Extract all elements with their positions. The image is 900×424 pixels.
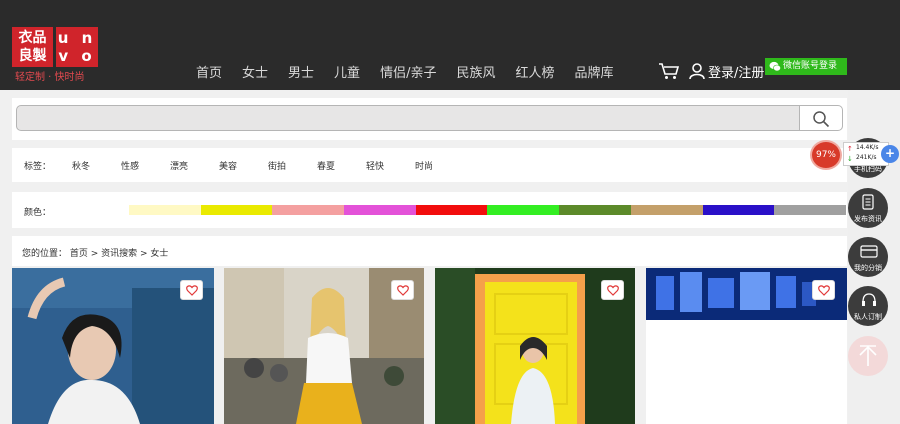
boost-plus-icon[interactable]: +	[881, 145, 899, 163]
heart-icon	[186, 285, 198, 296]
nav-item-kids[interactable]: 儿童	[334, 62, 360, 81]
nav-item-men[interactable]: 男士	[288, 62, 314, 81]
memory-usage-badge[interactable]: 97%	[810, 140, 842, 170]
site-header: 衣品 良製 u n v o 轻定制 · 快时尚 首页 女士 男士 儿童 情侣/亲…	[0, 0, 900, 90]
tag-beauty[interactable]: 美容	[219, 159, 268, 172]
article-card[interactable]	[12, 268, 214, 424]
tag-light[interactable]: 轻快	[366, 159, 415, 172]
color-swatch[interactable]	[200, 205, 273, 215]
brand-logo[interactable]: 衣品 良製 u n v o 轻定制 · 快时尚	[12, 27, 98, 83]
search-icon	[813, 111, 830, 128]
sidebar-item-label: 发布资讯	[854, 215, 882, 223]
tag-fashion[interactable]: 时尚	[415, 159, 464, 172]
sidebar-item-publish[interactable]: 发布资讯	[848, 188, 888, 228]
color-swatch[interactable]	[129, 205, 201, 215]
color-swatch[interactable]	[344, 205, 416, 215]
nav-item-home[interactable]: 首页	[196, 62, 222, 81]
wechat-login-label: 微信账号登录	[783, 61, 838, 71]
logo-left-block: 衣品 良製	[12, 27, 53, 67]
sidebar-item-label: 我的分销	[854, 264, 882, 272]
heart-icon	[397, 285, 409, 296]
heart-icon	[818, 285, 830, 296]
nav-item-influencers[interactable]: 红人榜	[515, 62, 554, 81]
tag-sexy[interactable]: 性感	[121, 159, 170, 172]
color-swatch[interactable]	[774, 205, 846, 215]
color-swatch[interactable]	[272, 205, 345, 215]
color-filter-label: 颜色：	[24, 208, 52, 218]
search-button[interactable]	[799, 105, 843, 131]
wechat-icon	[769, 61, 781, 72]
search-input[interactable]	[16, 105, 800, 131]
article-card[interactable]	[435, 268, 635, 424]
heart-icon	[607, 285, 619, 296]
color-swatch[interactable]	[415, 205, 488, 215]
document-icon	[862, 194, 874, 210]
user-icon	[689, 63, 705, 80]
nav-item-women[interactable]: 女士	[242, 62, 268, 81]
tags-label: 标签：	[24, 161, 52, 172]
logo-right-block: u n v o	[56, 27, 98, 67]
article-card[interactable]	[224, 268, 424, 424]
cart-icon[interactable]	[658, 62, 680, 80]
back-to-top-button[interactable]	[848, 336, 888, 376]
color-swatch[interactable]	[559, 205, 631, 215]
tag-autumn-winter[interactable]: 秋冬	[72, 159, 121, 172]
tag-spring-summer[interactable]: 春夏	[317, 159, 366, 172]
favorite-button[interactable]	[812, 280, 835, 300]
card-icon	[860, 245, 878, 258]
color-filter: 颜色：	[12, 192, 847, 228]
sidebar-item-distribution[interactable]: 我的分销	[848, 237, 888, 277]
upload-arrow-icon: ↑	[847, 145, 853, 153]
tags-filter: 标签： 秋冬 性感 漂亮 美容 街拍 春夏 轻快 时尚	[12, 148, 847, 182]
color-swatch[interactable]	[702, 205, 775, 215]
tag-street-snap[interactable]: 街拍	[268, 159, 317, 172]
nav-item-couples[interactable]: 情侣/亲子	[380, 62, 436, 81]
sidebar-item-custom[interactable]: 私人订制	[848, 286, 888, 326]
favorite-button[interactable]	[601, 280, 624, 300]
search-panel	[12, 98, 847, 140]
login-register-link[interactable]: 登录/注册	[708, 62, 764, 81]
brand-tagline: 轻定制 · 快时尚	[15, 72, 85, 83]
nav-item-brands[interactable]: 品牌库	[574, 62, 613, 81]
main-nav: 首页 女士 男士 儿童 情侣/亲子 民族风 红人榜 品牌库	[186, 62, 624, 81]
favorite-button[interactable]	[180, 280, 203, 300]
tag-pretty[interactable]: 漂亮	[170, 159, 219, 172]
download-arrow-icon: ↓	[847, 155, 853, 163]
color-swatch[interactable]	[487, 205, 560, 215]
arrow-up-icon	[859, 345, 877, 366]
nav-item-ethnic[interactable]: 民族风	[456, 62, 495, 81]
headset-icon	[862, 293, 876, 306]
wechat-login-button[interactable]: 微信账号登录	[765, 58, 847, 75]
breadcrumb: 您的位置： 首页 > 资讯搜索 > 女士	[12, 236, 847, 266]
color-swatch[interactable]	[630, 205, 703, 215]
network-speed-widget[interactable]: ↑ 14.4K/s ↓ 241K/s 97% +	[810, 140, 900, 170]
article-card[interactable]	[646, 268, 847, 424]
favorite-button[interactable]	[391, 280, 414, 300]
sidebar-item-label: 私人订制	[854, 313, 882, 321]
color-swatch-row	[129, 205, 846, 215]
